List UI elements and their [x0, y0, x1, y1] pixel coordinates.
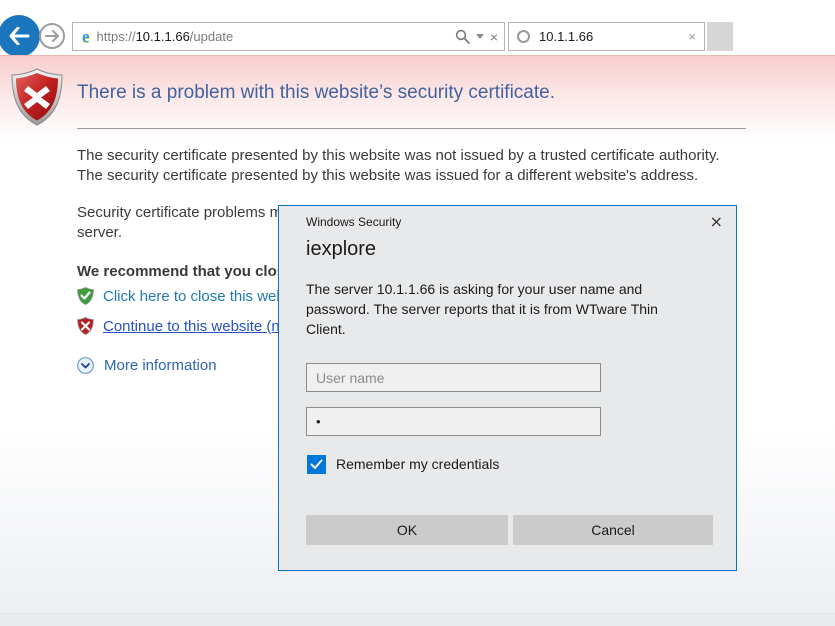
- search-dropdown-icon[interactable]: [476, 34, 484, 39]
- close-webpage-link[interactable]: Click here to close this webpa: [103, 288, 301, 305]
- browser-tab[interactable]: 10.1.1.66 ×: [508, 22, 705, 51]
- warning-text-fragment: Security certificate problems ma: [77, 203, 290, 223]
- screen: e https://10.1.1.66/update × 10.1.1.66 ×: [0, 0, 835, 626]
- dialog-close-icon[interactable]: ×: [710, 212, 723, 231]
- continue-website-row: Continue to this website (not: [77, 317, 292, 335]
- checkmark-icon: [310, 459, 323, 470]
- dialog-message: The server 10.1.1.66 is asking for your …: [306, 279, 681, 339]
- problem-line-2: The security certificate presented by th…: [77, 166, 720, 186]
- remember-credentials-label[interactable]: Remember my credentials: [336, 456, 499, 472]
- warning-text-fragment-2: server.: [77, 223, 122, 243]
- windows-security-dialog: Windows Security × iexplore The server 1…: [278, 205, 737, 571]
- browser-toolbar: e https://10.1.1.66/update × 10.1.1.66 ×: [0, 0, 835, 55]
- tab-close-icon[interactable]: ×: [688, 29, 696, 44]
- continue-website-link[interactable]: Continue to this website (not: [103, 318, 292, 335]
- more-information-row[interactable]: More information: [77, 357, 217, 374]
- url-text[interactable]: https://10.1.1.66/update: [97, 29, 455, 44]
- forward-button[interactable]: [39, 23, 65, 49]
- back-arrow-icon: [8, 27, 30, 45]
- address-bar[interactable]: e https://10.1.1.66/update ×: [72, 22, 505, 51]
- password-input[interactable]: [306, 407, 601, 436]
- remember-credentials-checkbox[interactable]: [307, 455, 326, 474]
- certificate-problems: The security certificate presented by th…: [77, 146, 720, 186]
- address-bar-icons: ×: [455, 29, 498, 44]
- ok-button[interactable]: OK: [306, 515, 508, 545]
- dialog-app-name: iexplore: [306, 238, 376, 261]
- more-information-label[interactable]: More information: [104, 357, 217, 374]
- security-error-shield-icon: [10, 68, 64, 126]
- recommendation-text: We recommend that you close: [77, 262, 293, 282]
- dialog-title: Windows Security: [306, 215, 401, 229]
- username-input[interactable]: [306, 363, 601, 392]
- tab-loading-spinner-icon: [517, 30, 530, 43]
- search-icon[interactable]: [455, 29, 470, 44]
- chevron-down-circle-icon[interactable]: [77, 357, 94, 374]
- divider: [77, 128, 746, 129]
- bottom-bar: [0, 613, 835, 626]
- url-host: 10.1.1.66: [136, 29, 190, 44]
- back-button[interactable]: [0, 15, 40, 57]
- forward-arrow-icon: [45, 30, 59, 42]
- cancel-button[interactable]: Cancel: [513, 515, 713, 545]
- url-scheme: https://: [97, 29, 136, 44]
- stop-icon[interactable]: ×: [490, 30, 498, 44]
- shield-check-icon: [77, 287, 94, 305]
- close-webpage-row: Click here to close this webpa: [77, 287, 301, 305]
- shield-x-icon: [77, 317, 94, 335]
- page-title: There is a problem with this website’s s…: [77, 82, 555, 104]
- tab-title: 10.1.1.66: [539, 29, 688, 44]
- url-path: /update: [190, 29, 233, 44]
- ie-logo-icon: e: [82, 27, 90, 47]
- problem-line-1: The security certificate presented by th…: [77, 146, 720, 166]
- new-tab-button[interactable]: [707, 22, 733, 51]
